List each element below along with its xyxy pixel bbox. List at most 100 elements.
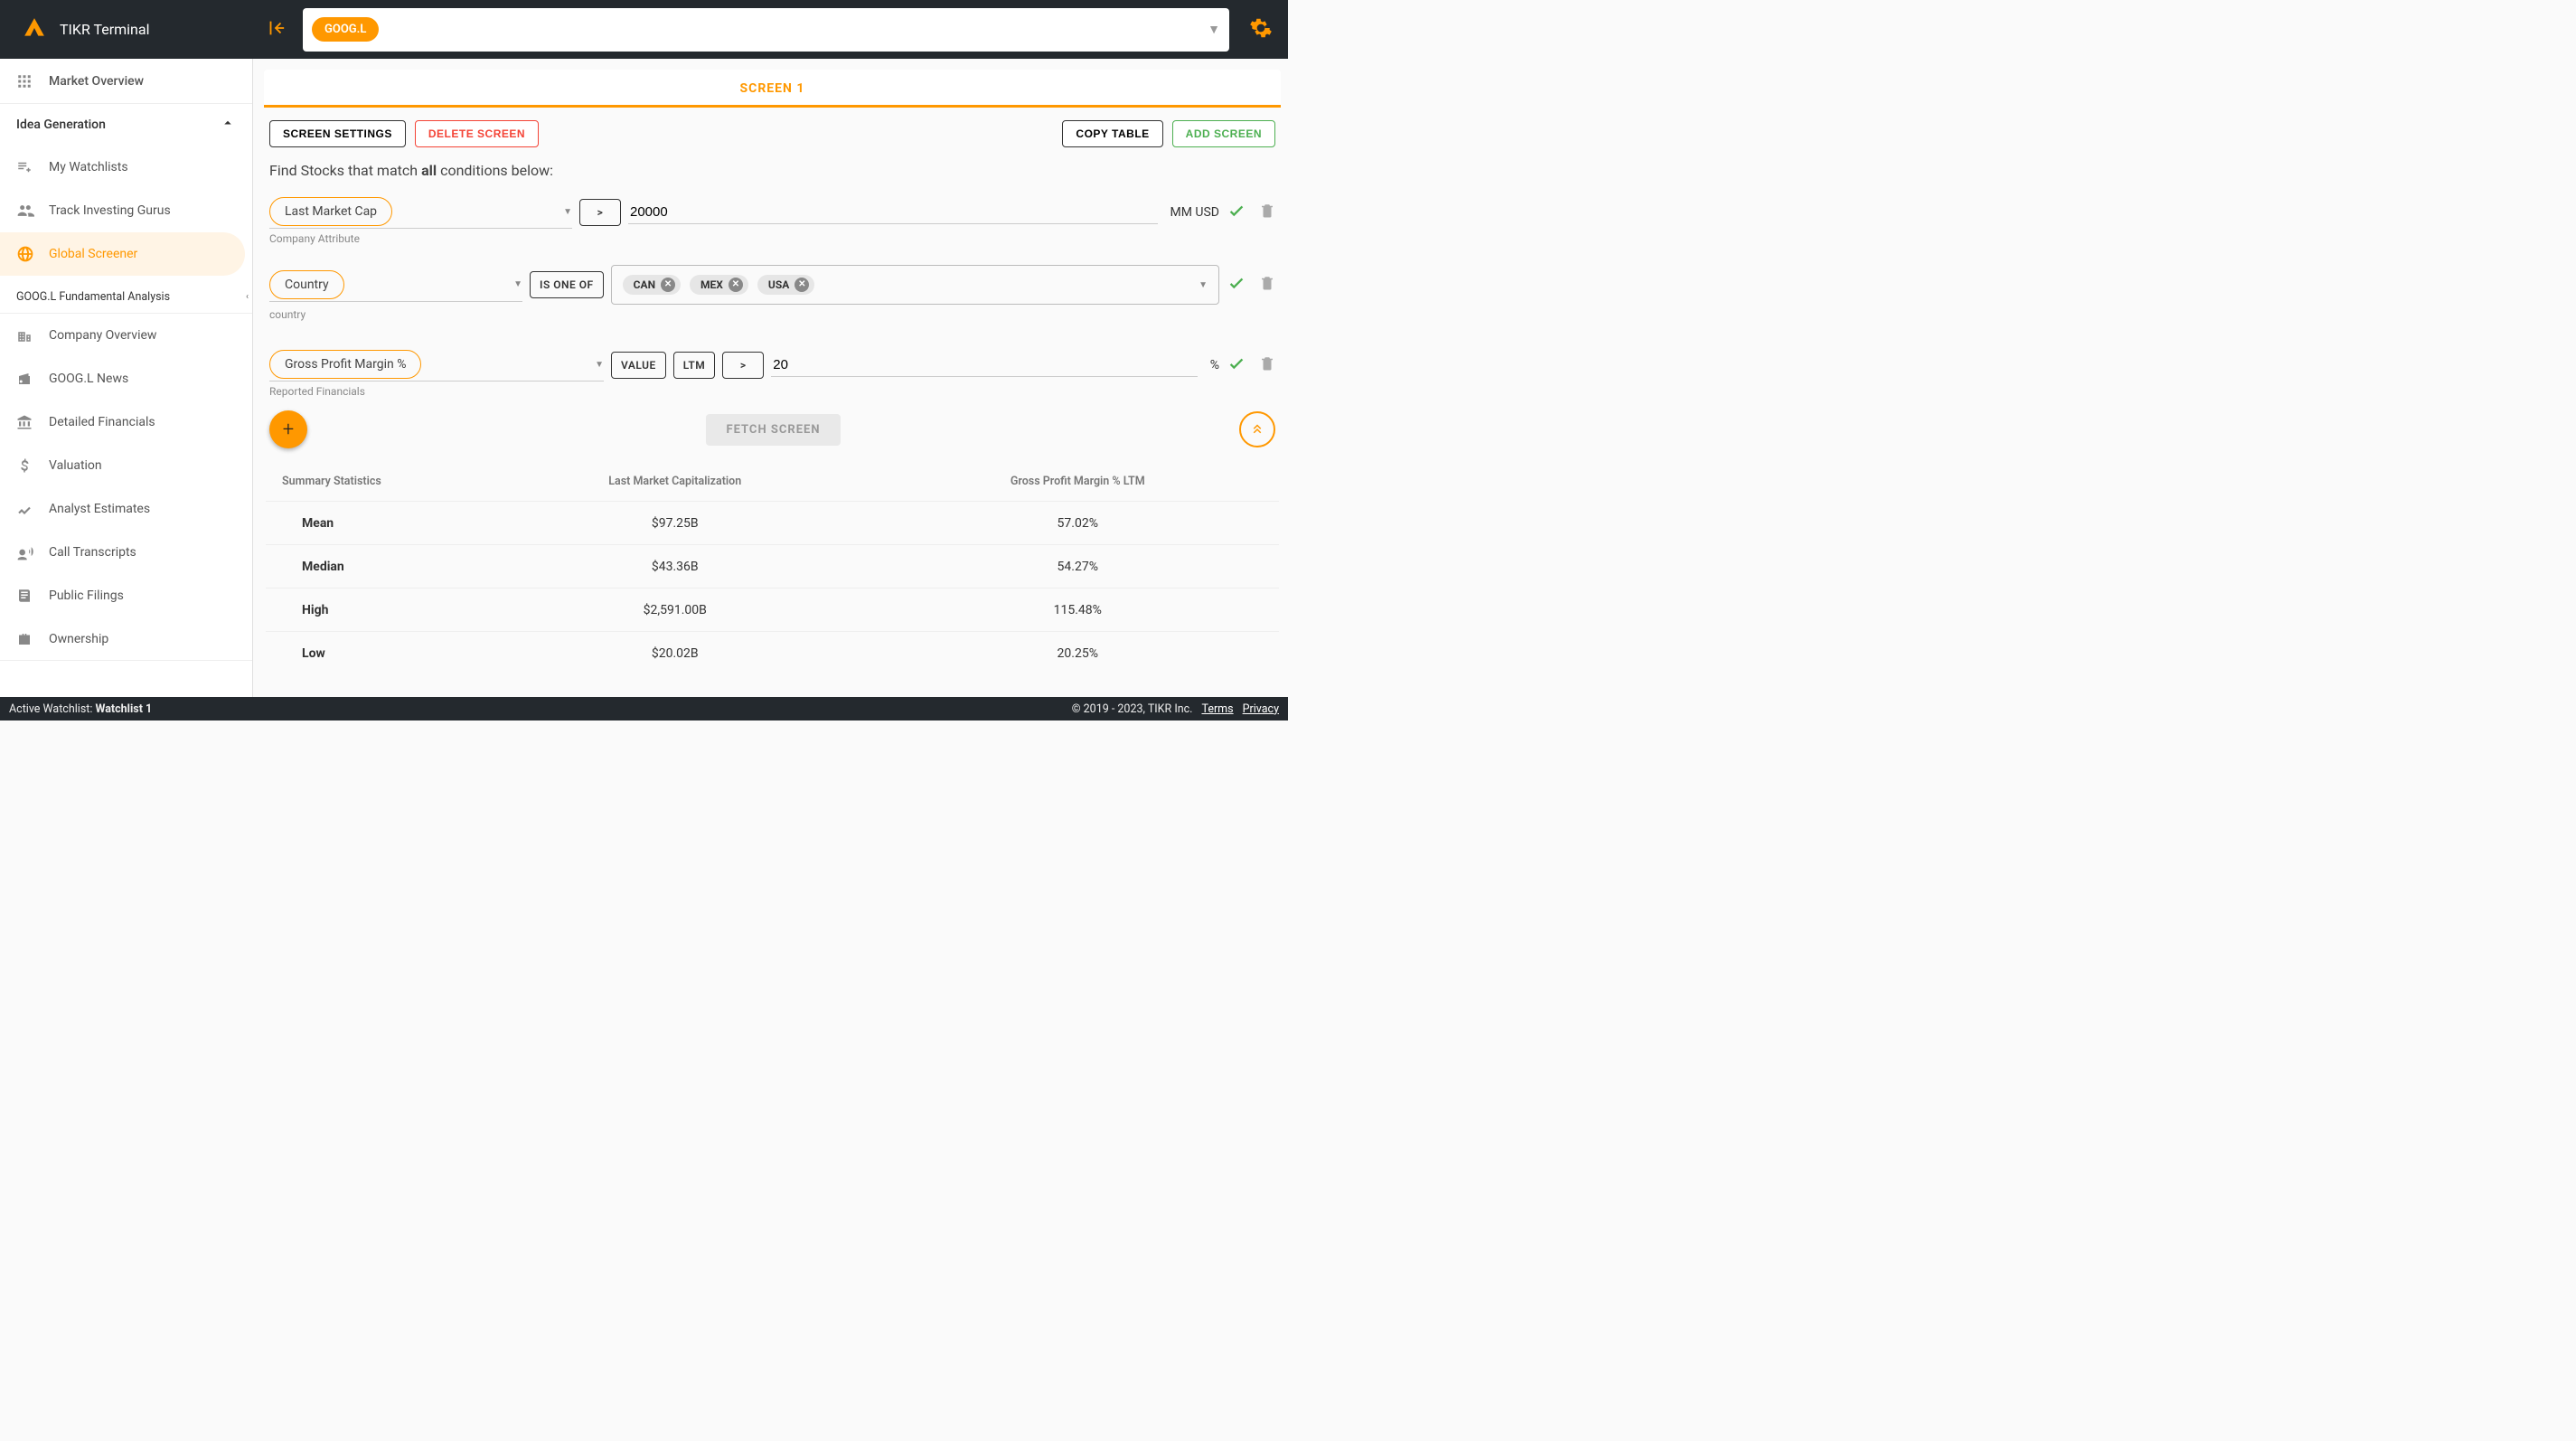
unit-label: % xyxy=(1210,358,1219,372)
stats-header-row: Summary Statistics Last Market Capitaliz… xyxy=(266,461,1279,501)
attribute-select[interactable]: Country ▼ xyxy=(269,268,522,302)
collapse-up-button[interactable] xyxy=(1239,411,1275,447)
sidebar-item-company-overview[interactable]: Company Overview xyxy=(0,314,252,357)
copyright-text: © 2019 - 2023, TIKR Inc. xyxy=(1072,702,1193,716)
confirm-icon[interactable] xyxy=(1227,201,1246,224)
sidebar-label: Track Investing Gurus xyxy=(49,203,171,218)
remove-icon[interactable]: ✕ xyxy=(661,278,675,292)
sidebar-label: My Watchlists xyxy=(49,160,128,174)
settings-gear-icon[interactable] xyxy=(1234,16,1288,43)
copy-table-button[interactable]: COPY TABLE xyxy=(1062,120,1162,147)
list-add-icon xyxy=(16,159,49,175)
country-tag[interactable]: USA✕ xyxy=(757,275,814,295)
search-dropdown-icon[interactable]: ▼ xyxy=(1208,22,1220,37)
attribute-category: country xyxy=(269,308,1275,321)
attribute-chip: Last Market Cap xyxy=(269,197,392,226)
confirm-icon[interactable] xyxy=(1227,273,1246,297)
screen-toolbar: SCREEN SETTINGS DELETE SCREEN COPY TABLE… xyxy=(264,120,1281,147)
sidebar-group-idea-generation[interactable]: Idea Generation xyxy=(0,104,252,146)
sidebar-label: Ownership xyxy=(49,632,108,646)
sidebar-label: Call Transcripts xyxy=(49,545,136,560)
terms-link[interactable]: Terms xyxy=(1201,702,1233,716)
delete-icon[interactable] xyxy=(1259,355,1275,375)
add-condition-button[interactable]: + xyxy=(269,410,307,448)
instruction-text: Find Stocks that match all conditions be… xyxy=(269,162,1275,179)
sidebar-item-ownership[interactable]: Ownership xyxy=(0,617,252,661)
sidebar-label: Company Overview xyxy=(49,328,156,343)
attribute-select[interactable]: Last Market Cap ▼ xyxy=(269,195,572,229)
sidebar-sub-label: GOOG.L Fundamental Analysis xyxy=(16,290,170,304)
summary-stats-table: Summary Statistics Last Market Capitaliz… xyxy=(266,461,1279,674)
sidebar-collapse-button[interactable] xyxy=(253,18,298,42)
condition-row-2: Gross Profit Margin % ▼ VALUE LTM > % xyxy=(269,348,1275,381)
stats-header-col: Last Market Capitalization xyxy=(474,475,877,488)
chevron-down-icon: ▼ xyxy=(595,360,604,370)
active-watchlist-label: Active Watchlist: Watchlist 1 xyxy=(9,702,152,716)
attribute-select[interactable]: Gross Profit Margin % ▼ xyxy=(269,348,604,381)
sidebar-item-market-overview[interactable]: Market Overview xyxy=(0,59,252,104)
header-bar: TIKR Terminal GOOG.L ▼ xyxy=(0,0,1288,59)
country-tag[interactable]: CAN✕ xyxy=(623,275,681,295)
remove-icon[interactable]: ✕ xyxy=(794,278,809,292)
book-icon xyxy=(16,588,49,604)
chevron-down-icon: ▼ xyxy=(563,207,572,217)
condition-row-1: Country ▼ IS ONE OF CAN✕ MEX✕ USA✕ ▼ xyxy=(269,265,1275,305)
stats-header-col: Gross Profit Margin % LTM xyxy=(877,475,1280,488)
tab-label: SCREEN 1 xyxy=(740,81,805,96)
sidebar-sub-fundamental[interactable]: GOOG.L Fundamental Analysis ‹ xyxy=(0,281,252,314)
building-icon xyxy=(16,327,49,344)
add-screen-button[interactable]: ADD SCREEN xyxy=(1172,120,1275,147)
search-bar[interactable]: GOOG.L ▼ xyxy=(303,8,1229,52)
stats-row: High $2,591.00B 115.48% xyxy=(266,588,1279,631)
sidebar-item-public-filings[interactable]: Public Filings xyxy=(0,574,252,617)
sidebar-label: Global Screener xyxy=(49,247,137,261)
footer-bar: Active Watchlist: Watchlist 1 © 2019 - 2… xyxy=(0,697,1288,720)
chevron-left-icon: ‹ xyxy=(246,292,249,302)
dollar-icon xyxy=(16,457,49,474)
attribute-chip: Gross Profit Margin % xyxy=(269,350,421,379)
sidebar-label: Valuation xyxy=(49,458,102,473)
chart-line-icon xyxy=(16,501,49,517)
delete-icon[interactable] xyxy=(1259,275,1275,295)
main-content: SCREEN 1 SCREEN SETTINGS DELETE SCREEN C… xyxy=(253,59,1288,697)
screener-tab[interactable]: SCREEN 1 xyxy=(264,70,1281,108)
value-input[interactable] xyxy=(628,201,1158,224)
sidebar-item-analyst-estimates[interactable]: Analyst Estimates xyxy=(0,487,252,531)
search-ticker-chip[interactable]: GOOG.L xyxy=(312,17,379,42)
fetch-screen-button[interactable]: FETCH SCREEN xyxy=(706,414,840,446)
sidebar: Market Overview Idea Generation My Watch… xyxy=(0,59,253,697)
bank-icon xyxy=(16,414,49,430)
sidebar-item-call-transcripts[interactable]: Call Transcripts xyxy=(0,531,252,574)
attribute-category: Reported Financials xyxy=(269,385,1275,398)
operator-button[interactable]: IS ONE OF xyxy=(530,271,604,298)
operator-button[interactable]: > xyxy=(722,352,764,379)
screen-settings-button[interactable]: SCREEN SETTINGS xyxy=(269,120,406,147)
app-logo-icon xyxy=(23,16,46,43)
sidebar-item-global-screener[interactable]: Global Screener xyxy=(0,232,245,276)
unit-label: MM USD xyxy=(1170,205,1220,220)
country-tag-input[interactable]: CAN✕ MEX✕ USA✕ ▼ xyxy=(611,265,1219,305)
privacy-link[interactable]: Privacy xyxy=(1243,702,1279,716)
grid-icon xyxy=(16,73,49,89)
stats-row: Low $20.02B 20.25% xyxy=(266,631,1279,674)
chevron-down-icon: ▼ xyxy=(1199,280,1208,290)
operator-button[interactable]: > xyxy=(579,199,621,226)
attribute-chip: Country xyxy=(269,270,344,299)
sidebar-item-detailed-financials[interactable]: Detailed Financials xyxy=(0,400,252,444)
value-tag-button[interactable]: VALUE xyxy=(611,352,666,379)
delete-screen-button[interactable]: DELETE SCREEN xyxy=(415,120,539,147)
sidebar-item-valuation[interactable]: Valuation xyxy=(0,444,252,487)
sidebar-label: Market Overview xyxy=(49,74,144,89)
value-input[interactable] xyxy=(771,353,1197,377)
delete-icon[interactable] xyxy=(1259,202,1275,222)
stats-row: Median $43.36B 54.27% xyxy=(266,544,1279,588)
sidebar-item-track-gurus[interactable]: Track Investing Gurus xyxy=(0,189,252,232)
sidebar-item-watchlists[interactable]: My Watchlists xyxy=(0,146,252,189)
confirm-icon[interactable] xyxy=(1227,353,1246,377)
sidebar-item-news[interactable]: GOOG.L News xyxy=(0,357,252,400)
remove-icon[interactable]: ✕ xyxy=(729,278,743,292)
people-icon xyxy=(16,202,49,220)
country-tag[interactable]: MEX✕ xyxy=(690,275,748,295)
period-tag-button[interactable]: LTM xyxy=(673,352,715,379)
speaker-icon xyxy=(16,543,49,561)
